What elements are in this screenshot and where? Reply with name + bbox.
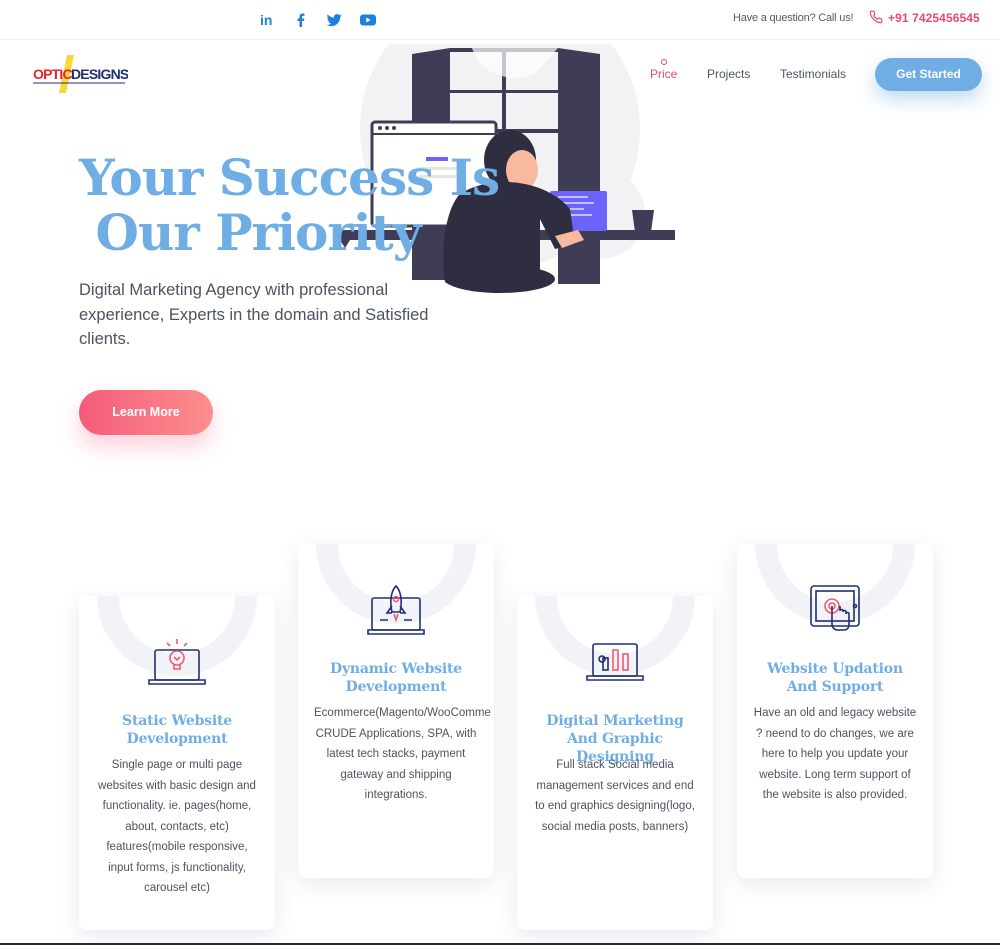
lightbulb-laptop-icon <box>147 636 207 692</box>
phone-number[interactable]: +91 7425456545 <box>888 11 980 25</box>
hero-title-line-1: Your Success Is <box>79 148 500 207</box>
service-description-line: integrations. <box>364 789 428 801</box>
social-links: in <box>258 11 392 29</box>
service-card-static-website[interactable]: Static Website Development Single page o… <box>79 596 275 930</box>
service-title: Static Website Development <box>122 713 232 747</box>
hero-title: Your Success Is Our Priority <box>79 150 539 260</box>
phone-icon <box>869 10 883 24</box>
service-description: Single page or multi page websites with … <box>98 759 256 894</box>
call-prompt: Have a question? Call us! <box>733 12 854 24</box>
service-card-digital-marketing[interactable]: Digital Marketing And Graphic Designing … <box>517 596 713 930</box>
youtube-icon[interactable] <box>359 11 377 29</box>
service-card-website-support[interactable]: Website Updation And Support Have an old… <box>737 544 933 878</box>
top-bar: in Have a question? Call us! +91 7425456… <box>0 0 1000 40</box>
nav-testimonials[interactable]: Testimonials <box>780 67 846 81</box>
service-description-line: gateway and shipping <box>340 768 452 781</box>
hero-subtitle: Digital Marketing Agency with profession… <box>79 281 429 348</box>
service-description: Have an old and legacy website ? neend t… <box>753 707 917 801</box>
service-description-line: Ecommerce(Magento/WooComme <box>314 707 491 719</box>
logo[interactable]: OPTIC DESIGNS <box>33 55 130 95</box>
service-card-dynamic-website[interactable]: Dynamic Website Development Ecommerce(Ma… <box>298 544 494 878</box>
get-started-button[interactable]: Get Started <box>875 58 982 91</box>
learn-more-button[interactable]: Learn More <box>79 390 213 435</box>
service-title: Dynamic Website Development <box>330 661 462 695</box>
svg-text:DESIGNS: DESIGNS <box>71 66 128 82</box>
facebook-icon[interactable] <box>292 11 310 29</box>
twitter-icon[interactable] <box>325 11 343 29</box>
service-description-line: CRUDE Applications, SPA, with <box>315 727 477 740</box>
rocket-laptop-icon <box>366 584 426 640</box>
chart-laptop-icon <box>585 636 645 692</box>
svg-text:OPTIC: OPTIC <box>33 66 72 82</box>
service-title: Website Updation And Support <box>767 661 903 695</box>
service-description: Ecommerce(Magento/WooComme CRUDE Applica… <box>314 703 494 806</box>
svg-text:in: in <box>260 12 272 28</box>
touch-tablet-icon <box>805 584 865 640</box>
nav-projects[interactable]: Projects <box>707 67 750 81</box>
linkedin-icon[interactable]: in <box>258 11 276 29</box>
service-description: Full stack Social media management servi… <box>535 759 695 833</box>
hero-title-line-2: Our Priority <box>79 203 421 262</box>
service-description-line: latest tech stacks, payment <box>326 748 466 760</box>
